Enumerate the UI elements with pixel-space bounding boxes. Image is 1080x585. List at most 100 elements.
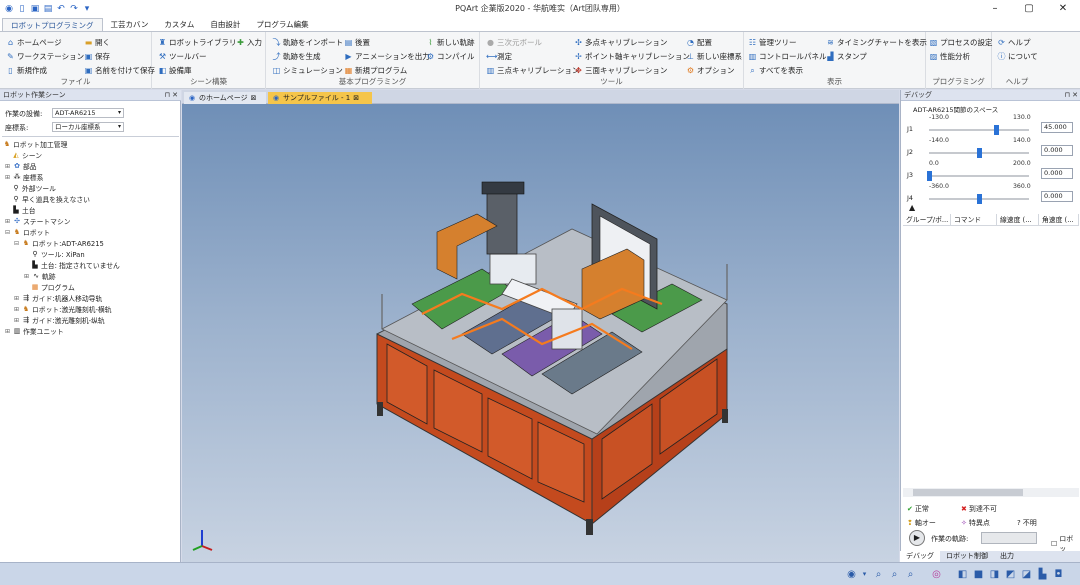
input-button[interactable]: ✚ 入力 (236, 36, 262, 48)
expand-icon[interactable]: ⊞ (14, 317, 20, 324)
eye-dropdown-icon[interactable]: ▾ (858, 568, 871, 581)
tab-custom[interactable]: カスタム (156, 18, 202, 31)
undo-icon[interactable]: ↶ (56, 4, 66, 14)
placement-button[interactable]: ◔ 配置 (686, 36, 712, 48)
save-as-button[interactable]: ▣ 名前を付けて保存 (84, 64, 155, 76)
home-button[interactable]: ⌂ ホームページ (6, 36, 62, 48)
help-button[interactable]: ⟳ ヘルプ (997, 36, 1030, 48)
tree-node-coordinates[interactable]: ⊞ ⁂ 座標系 (5, 172, 43, 182)
view-back-icon[interactable]: ■ (972, 568, 985, 581)
three-point-calibration-button[interactable]: ▥ 三点キャリブレーション (486, 64, 580, 76)
about-button[interactable]: ⓘ について (997, 50, 1038, 62)
view-bottom-icon[interactable]: ▙ (1036, 568, 1049, 581)
pin-close-icon[interactable]: ⊓ ✕ (1064, 90, 1078, 101)
toolbar-button[interactable]: ⚒ ツールバー (158, 50, 207, 62)
expand-icon[interactable]: ⊞ (5, 163, 11, 170)
col-linear-speed[interactable]: 線速度 (... (997, 214, 1039, 225)
3d-ball-button[interactable]: ● 三次元ボール (486, 36, 542, 48)
tree-node-base-unspecified[interactable]: ▙ 土台: 指定されていません (31, 260, 120, 270)
j2-thumb[interactable] (977, 148, 982, 158)
simulation-button[interactable]: ◫ シミュレーション (272, 64, 343, 76)
col-angular-speed[interactable]: 角速度 (... (1039, 214, 1079, 225)
j1-thumb[interactable] (994, 125, 1000, 135)
collapse-icon[interactable]: ⊟ (14, 240, 20, 247)
save-icon[interactable]: ▣ (30, 4, 40, 14)
j3-value-input[interactable]: 0.000 (1041, 168, 1073, 179)
tree-node-base[interactable]: ▙ 土台 (12, 205, 35, 215)
zoom-in-icon[interactable]: ⌕ (888, 568, 901, 581)
new-coordinate-button[interactable]: ⊥ 新しい座標系 (686, 50, 742, 62)
tree-node-work-unit[interactable]: ⊞ ▥ 作業ユニット (5, 326, 64, 336)
tree-node-parts[interactable]: ⊞ ✿ 部品 (5, 161, 37, 171)
tree-node-trajectory[interactable]: ⊞ ∿ 軌跡 (24, 271, 56, 281)
customize-icon[interactable]: ▾ (82, 4, 92, 14)
close-icon[interactable]: ⊠ (353, 92, 359, 104)
tree-node-scene[interactable]: ◭ シーン (12, 150, 42, 160)
export-animation-button[interactable]: ▶ アニメーションを出力 (344, 50, 429, 62)
tree-node-external-tool[interactable]: ⚲ 外部ツール (12, 183, 56, 193)
open-button[interactable]: ▬ 開く (84, 36, 110, 48)
process-settings-button[interactable]: ▧ プロセスの設定 (929, 36, 993, 48)
tree-node-root[interactable]: ♞ ロボット加工管理 (3, 139, 68, 149)
pin-close-icon[interactable]: ⊓ ✕ (164, 90, 178, 101)
tab-free-design[interactable]: 自由設計 (202, 18, 248, 31)
tab-process-package[interactable]: 工芸カバン (103, 18, 157, 31)
new-program-button[interactable]: ▦ 新規プログラム (344, 64, 408, 76)
timing-chart-button[interactable]: ≋ タイミングチャートを表示 (826, 36, 927, 48)
close-icon[interactable]: ⊠ (251, 92, 257, 104)
col-group[interactable]: グループ/ポ... (903, 214, 951, 225)
tree-node-robot-laser[interactable]: ⊞ ♞ ロボット:激光雕刻机-横轨 (14, 304, 112, 314)
tree-node-robots[interactable]: ⊟ ♞ ロボット (5, 227, 50, 237)
trajectory-select[interactable] (981, 532, 1037, 544)
equipment-library-button[interactable]: ◧ 設備庫 (158, 64, 192, 76)
3d-viewport[interactable] (182, 104, 899, 562)
zoom-out-icon[interactable]: ⌕ (904, 568, 917, 581)
view-left-icon[interactable]: ◨ (988, 568, 1001, 581)
col-command[interactable]: コマンド (951, 214, 997, 225)
tab-robot-control[interactable]: ロボット制御 (940, 551, 994, 562)
compile-button[interactable]: ⚙ コンパイル (426, 50, 475, 62)
tree-node-tool-xipan[interactable]: ⚲ ツール: XiPan (31, 249, 84, 259)
expand-icon[interactable]: ⊞ (5, 328, 11, 335)
save-button[interactable]: ▣ 保存 (84, 50, 110, 62)
workstation-button[interactable]: ✎ ワークステーション (6, 50, 84, 62)
j4-slider[interactable] (929, 194, 1029, 204)
eye-icon[interactable]: ◉ (845, 568, 858, 581)
point-axis-calibration-button[interactable]: ✢ ポイント軸キャリブレーション (574, 50, 690, 62)
control-panel-button[interactable]: ▥ コントロールパネル (748, 50, 827, 62)
measure-button[interactable]: ⟷ 測定 (486, 50, 512, 62)
j4-thumb[interactable] (977, 194, 982, 204)
options-button[interactable]: ⚙ オプション (686, 64, 735, 76)
j2-slider[interactable] (929, 148, 1029, 158)
play-icon[interactable]: ▶ (909, 530, 925, 546)
j4-value-input[interactable]: 0.000 (1041, 191, 1073, 202)
camera-icon[interactable]: ◎ (930, 568, 943, 581)
new-file-icon[interactable]: ▯ (17, 4, 27, 14)
view-front-icon[interactable]: ◧ (956, 568, 969, 581)
redo-icon[interactable]: ↷ (69, 4, 79, 14)
stamp-button[interactable]: ▟ スタンプ (826, 50, 866, 62)
tab-robot-programming[interactable]: ロボットプログラミング (2, 18, 103, 31)
tree-node-program[interactable]: ▦ プログラム (31, 282, 75, 292)
zoom-area-icon[interactable]: ⌕ (872, 568, 885, 581)
expand-icon[interactable]: ⊞ (5, 174, 11, 181)
expand-icon[interactable]: ⊞ (24, 273, 30, 280)
tree-node-tool-change[interactable]: ⚲ 早く道具を換えなさい (12, 194, 90, 204)
maximize-icon[interactable]: ▢ (1012, 0, 1046, 17)
doc-tab-home[interactable]: ◉ のホームページ ⊠ (184, 92, 266, 104)
new-button[interactable]: ▯ 新規作成 (6, 64, 47, 76)
tree-node-guide-robot[interactable]: ⊞ ⇶ ガイド:机器人移动导轨 (14, 293, 102, 303)
doc-tab-sample[interactable]: ◉ サンプルファイル - 1 ⊠ (268, 92, 372, 104)
expand-icon[interactable]: ⊞ (14, 306, 20, 313)
show-all-button[interactable]: ⌕ すべてを表示 (748, 64, 803, 76)
expand-icon[interactable]: ⊞ (5, 218, 11, 225)
collapse-icon[interactable]: ⊟ (5, 229, 11, 236)
tree-node-robot-adt[interactable]: ⊟ ♞ ロボット:ADT-AR6215 (14, 238, 104, 248)
tab-output[interactable]: 出力 (994, 551, 1020, 562)
performance-analysis-button[interactable]: ▨ 性能分析 (929, 50, 970, 62)
robot-library-button[interactable]: ♜ ロボットライブラリ (158, 36, 237, 48)
multipoint-calibration-button[interactable]: ✣ 多点キャリブレーション (574, 36, 667, 48)
generate-trajectory-button[interactable]: ⤴ 軌跡を生成 (272, 50, 321, 62)
three-plane-calibration-button[interactable]: ✥ 三面キャリブレーション (574, 64, 667, 76)
tab-program-edit[interactable]: プログラム編集 (248, 18, 316, 31)
